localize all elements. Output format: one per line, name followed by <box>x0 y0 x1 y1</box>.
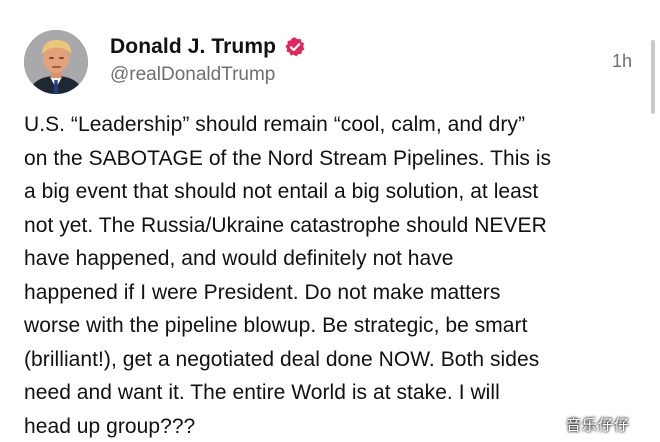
avatar[interactable] <box>24 30 88 94</box>
post-card: Donald J. Trump @realDonaldTrump 1h U.S.… <box>0 0 660 442</box>
author-handle[interactable]: @realDonaldTrump <box>110 64 275 86</box>
avatar-photo <box>24 30 88 94</box>
verified-badge-icon <box>284 36 306 58</box>
post-timestamp[interactable]: 1h <box>612 51 632 72</box>
author-display-name[interactable]: Donald J. Trump <box>110 35 276 59</box>
scrollbar-thumb[interactable] <box>651 40 655 114</box>
watermark: 音乐仔仔 <box>566 416 631 434</box>
author-name-row: Donald J. Trump <box>110 34 306 60</box>
post-body-text: U.S. “Leadership” should remain “cool, c… <box>24 113 552 438</box>
